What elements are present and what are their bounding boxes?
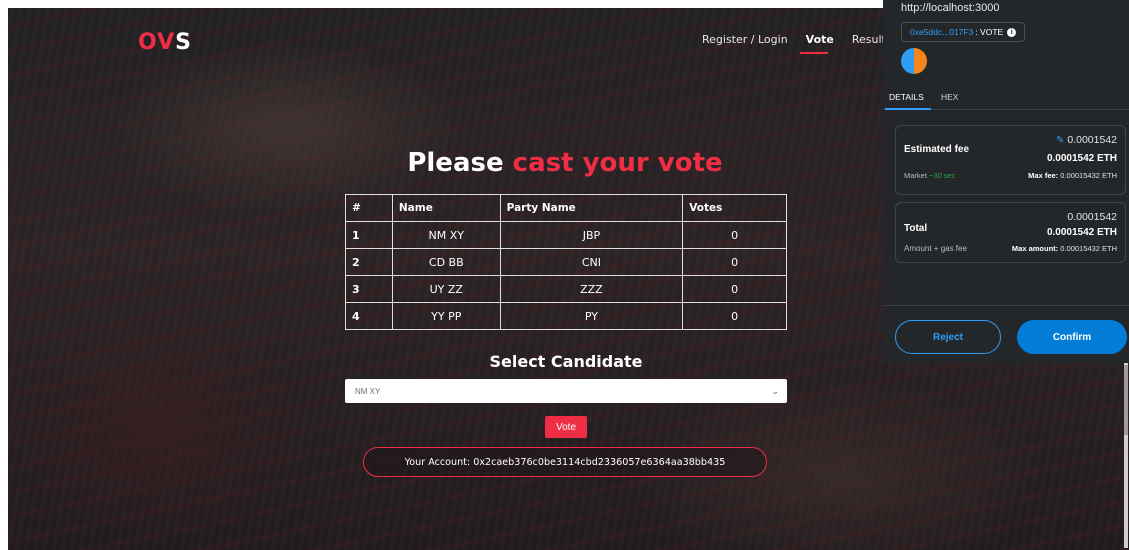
max-fee-value: 0.00015432 ETH bbox=[1060, 171, 1117, 180]
chevron-down-icon: ⌄ bbox=[771, 385, 779, 396]
table-row: 2 CD BB CNI 0 bbox=[345, 248, 787, 276]
col-header-votes: Votes bbox=[682, 194, 787, 222]
logo-text-red: OV bbox=[138, 30, 176, 55]
wallet-origin-url: http://localhost:3000 bbox=[901, 2, 1000, 14]
contract-address: 0xe5ddc...017F3 bbox=[910, 27, 974, 37]
cell-party: CNI bbox=[499, 248, 684, 276]
wallet-footer: Reject Confirm bbox=[883, 305, 1129, 363]
cell-party: PY bbox=[499, 302, 684, 330]
cell-name: UY ZZ bbox=[391, 275, 501, 303]
page-title: Please cast your vote bbox=[345, 148, 785, 178]
nav-register-login[interactable]: Register / Login bbox=[702, 33, 788, 46]
cell-name: YY PP bbox=[391, 302, 501, 330]
confirm-button[interactable]: Confirm bbox=[1017, 320, 1127, 354]
cell-votes: 0 bbox=[682, 275, 787, 303]
contract-method-chip[interactable]: 0xe5ddc...017F3 : VOTE i bbox=[901, 22, 1026, 42]
cell-party: ZZZ bbox=[499, 275, 684, 303]
pencil-icon[interactable]: ✎ bbox=[1056, 135, 1064, 146]
candidate-select[interactable]: NM XY ⌄ bbox=[345, 379, 787, 403]
max-amount-value: 0.00015432 ETH bbox=[1060, 244, 1117, 253]
estimated-fee-label: Estimated fee bbox=[904, 144, 970, 155]
cell-votes: 0 bbox=[682, 302, 787, 330]
fee-edit[interactable]: ✎ 0.0001542 bbox=[1056, 134, 1117, 146]
fee-speed-label: Market bbox=[904, 171, 927, 180]
col-header-name: Name bbox=[391, 194, 501, 222]
fee-speed: Market ~30 sec bbox=[904, 171, 956, 180]
method-name: : VOTE bbox=[975, 27, 1004, 37]
tab-active-underline bbox=[885, 108, 931, 110]
top-nav: Register / Login Vote Results bbox=[702, 33, 892, 46]
cell-index: 3 bbox=[345, 275, 393, 303]
table-row: 1 NM XY JBP 0 bbox=[345, 221, 787, 249]
fee-speed-time: ~30 sec bbox=[929, 171, 956, 180]
reject-button[interactable]: Reject bbox=[895, 320, 1001, 354]
cell-votes: 0 bbox=[682, 248, 787, 276]
cell-index: 2 bbox=[345, 248, 393, 276]
cell-votes: 0 bbox=[682, 221, 787, 249]
total-value: 0.0001542 bbox=[1067, 211, 1117, 223]
account-address: Your Account: 0x2caeb376c0be3114cbd23360… bbox=[363, 447, 767, 477]
total-card: Total Amount + gas fee 0.0001542 0.00015… bbox=[895, 202, 1126, 263]
tab-hex[interactable]: HEX bbox=[941, 92, 958, 102]
candidate-select-value: NM XY bbox=[355, 386, 381, 396]
site-logo-icon bbox=[901, 48, 927, 74]
wallet-popup: http://localhost:3000 0xe5ddc...017F3 : … bbox=[883, 0, 1129, 363]
nav-vote[interactable]: Vote bbox=[806, 33, 834, 46]
vote-button[interactable]: Vote bbox=[545, 416, 587, 438]
cell-index: 1 bbox=[345, 221, 393, 249]
col-header-party: Party Name bbox=[499, 194, 684, 222]
table-row: 4 YY PP PY 0 bbox=[345, 302, 787, 330]
total-label: Total bbox=[904, 223, 928, 234]
max-fee-label: Max fee: bbox=[1028, 171, 1059, 180]
total-value-eth: 0.0001542 ETH bbox=[1046, 227, 1117, 238]
candidates-table: # Name Party Name Votes 1 NM XY JBP 0 2 … bbox=[345, 194, 787, 330]
logo-text-white: S bbox=[175, 30, 192, 55]
fee-value-eth: 0.0001542 ETH bbox=[1046, 153, 1117, 164]
table-header-row: # Name Party Name Votes bbox=[345, 194, 787, 222]
fee-value: 0.0001542 bbox=[1067, 134, 1117, 146]
estimated-fee-card: Estimated fee Market ~30 sec ✎ 0.0001542 … bbox=[895, 125, 1126, 195]
page-scrollbar-thumb[interactable] bbox=[1124, 365, 1128, 435]
total-sub: Amount + gas fee bbox=[904, 244, 967, 253]
tab-details[interactable]: DETAILS bbox=[889, 92, 924, 102]
max-amount: Max amount: 0.00015432 ETH bbox=[1012, 244, 1117, 253]
app-logo[interactable]: OVS bbox=[138, 30, 192, 55]
info-icon[interactable]: i bbox=[1007, 27, 1017, 37]
cell-name: NM XY bbox=[391, 221, 501, 249]
cell-party: JBP bbox=[499, 221, 684, 249]
cell-name: CD BB bbox=[391, 248, 501, 276]
nav-active-underline bbox=[800, 52, 828, 54]
select-candidate-title: Select Candidate bbox=[489, 352, 643, 371]
wallet-tabs: DETAILS HEX bbox=[883, 88, 1129, 110]
max-fee: Max fee: 0.00015432 ETH bbox=[1028, 171, 1117, 180]
page-title-accent: cast your vote bbox=[512, 148, 723, 178]
max-amount-label: Max amount: bbox=[1011, 244, 1059, 253]
col-header-index: # bbox=[345, 194, 393, 222]
cell-index: 4 bbox=[345, 302, 393, 330]
page-title-plain: Please bbox=[407, 148, 504, 178]
table-row: 3 UY ZZ ZZZ 0 bbox=[345, 275, 787, 303]
